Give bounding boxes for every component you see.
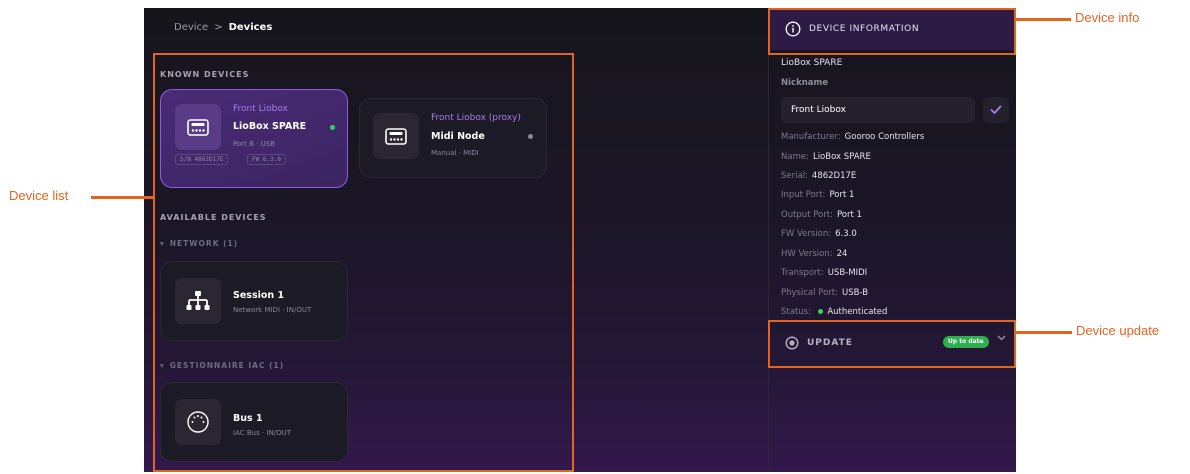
field-transport: Transport: USB-MIDI xyxy=(781,268,867,278)
field-key: Status: xyxy=(781,307,811,317)
field-status: Status: Authenticated xyxy=(781,307,887,317)
field-physical-port: Physical Port: USB-B xyxy=(781,288,868,298)
field-value: Authenticated xyxy=(827,307,888,317)
field-key: Transport: xyxy=(781,268,824,278)
checkmark-icon xyxy=(990,105,1002,114)
field-input-port: Input Port: Port 1 xyxy=(781,190,854,200)
field-hw-version: HW Version: 24 xyxy=(781,249,847,259)
field-value: 24 xyxy=(836,249,848,259)
device-info-label: Device info xyxy=(1075,10,1140,25)
breadcrumb-current: Devices xyxy=(228,22,273,33)
device-info-panel: DEVICE INFORMATION LioBox SPARE Nickname… xyxy=(768,8,1016,472)
status-dot xyxy=(817,309,823,314)
field-value: Port 1 xyxy=(829,190,855,200)
breadcrumb: Device > Devices xyxy=(174,22,272,33)
field-key: Name: xyxy=(781,152,809,162)
device-update-highlight xyxy=(768,320,1016,368)
device-list-leader xyxy=(91,196,153,199)
device-info-highlight xyxy=(768,8,1016,55)
field-key: Output Port: xyxy=(781,210,833,220)
breadcrumb-root[interactable]: Device xyxy=(174,22,208,33)
field-key: Input Port: xyxy=(781,190,826,200)
field-serial: Serial: 4862D17E xyxy=(781,171,856,181)
confirm-nickname-button[interactable] xyxy=(983,97,1009,123)
nickname-input[interactable]: Front Liobox xyxy=(781,97,975,123)
field-value: Port 1 xyxy=(836,210,862,220)
field-fw-version: FW Version: 6.3.0 xyxy=(781,229,857,239)
selected-device-name: LioBox SPARE xyxy=(781,58,843,68)
field-key: FW Version: xyxy=(781,229,832,239)
field-value: USB-B xyxy=(842,288,869,298)
field-key: Physical Port: xyxy=(781,288,838,298)
field-key: HW Version: xyxy=(781,249,833,259)
field-name: Name: LioBox SPARE xyxy=(781,152,871,162)
field-manufacturer: Manufacturer: Gooroo Controllers xyxy=(781,132,924,142)
device-info-leader xyxy=(1016,18,1071,21)
device-update-label: Device update xyxy=(1076,323,1160,338)
device-list-highlight xyxy=(153,53,574,472)
breadcrumb-separator: > xyxy=(214,22,223,33)
field-key: Manufacturer: xyxy=(781,132,841,142)
field-value: 4862D17E xyxy=(811,171,857,181)
field-value: Gooroo Controllers xyxy=(844,132,925,142)
field-value: 6.3.0 xyxy=(835,229,857,239)
field-key: Serial: xyxy=(781,171,808,181)
field-value: LioBox SPARE xyxy=(812,152,871,162)
device-update-leader xyxy=(1016,331,1072,334)
device-list-label: Device list xyxy=(9,188,69,203)
field-value: USB-MIDI xyxy=(827,268,868,278)
nickname-label: Nickname xyxy=(781,78,829,88)
field-output-port: Output Port: Port 1 xyxy=(781,210,862,220)
